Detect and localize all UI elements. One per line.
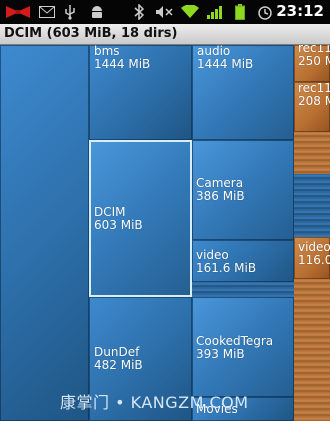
usb-icon	[62, 4, 78, 20]
folder-tile-rec2[interactable]: rec11 208 M	[294, 82, 330, 132]
android-icon	[88, 4, 106, 20]
folder-tile-dcim[interactable]: DCIM 603 MiB	[89, 140, 192, 297]
alarm-icon	[256, 4, 274, 20]
folder-tile-rec1[interactable]: rec11 250 M	[294, 45, 330, 82]
battery-icon	[232, 4, 248, 20]
tile-size: 116.0	[298, 253, 330, 267]
tile-size: 1444 MiB	[197, 57, 254, 71]
bluetooth-icon	[132, 4, 146, 20]
wifi-icon	[180, 4, 200, 20]
mute-icon	[154, 4, 174, 20]
watermark: 康掌门 • KANGZM.COM	[60, 393, 249, 412]
tile-size: 482 MiB	[94, 358, 143, 372]
tile-size: 161.6 MiB	[196, 261, 257, 275]
folder-tile-small-group[interactable]	[294, 132, 330, 174]
tile-size: 603 MiB	[94, 218, 143, 232]
clock: 23:12	[276, 2, 324, 20]
folder-tile-bms[interactable]: bms 1444 MiB	[89, 45, 192, 140]
bow-icon	[4, 4, 32, 20]
folder-tile-cookedtegra[interactable]: CookedTegra 393 MiB	[192, 297, 294, 397]
page-title: DCIM (603 MiB, 18 dirs)	[4, 26, 178, 41]
treemap[interactable]: bms 1444 MiB audio 1444 MiB rec11 250 M …	[0, 45, 330, 421]
title-bar: DCIM (603 MiB, 18 dirs)	[0, 24, 330, 45]
folder-tile-small-group[interactable]	[294, 279, 330, 421]
tile-size: 208 M	[298, 94, 330, 108]
folder-tile-small-group[interactable]	[294, 174, 330, 237]
tile-size: 393 MiB	[196, 347, 245, 361]
folder-tile-camera[interactable]: Camera 386 MiB	[192, 140, 294, 240]
tile-size: 1444 MiB	[94, 57, 151, 71]
folder-tile-video[interactable]: video 161.6 MiB	[192, 240, 294, 282]
tile-size: 386 MiB	[196, 189, 245, 203]
tile-size: 250 M	[298, 54, 330, 68]
mail-icon	[38, 4, 56, 20]
signal-icon	[206, 4, 224, 20]
status-bar: 23:12	[0, 0, 330, 24]
folder-tile-small-group[interactable]	[192, 282, 294, 297]
folder-tile-audio[interactable]: audio 1444 MiB	[192, 45, 294, 140]
folder-tile-left[interactable]	[0, 45, 89, 421]
folder-tile-video2[interactable]: video 116.0	[294, 237, 330, 279]
